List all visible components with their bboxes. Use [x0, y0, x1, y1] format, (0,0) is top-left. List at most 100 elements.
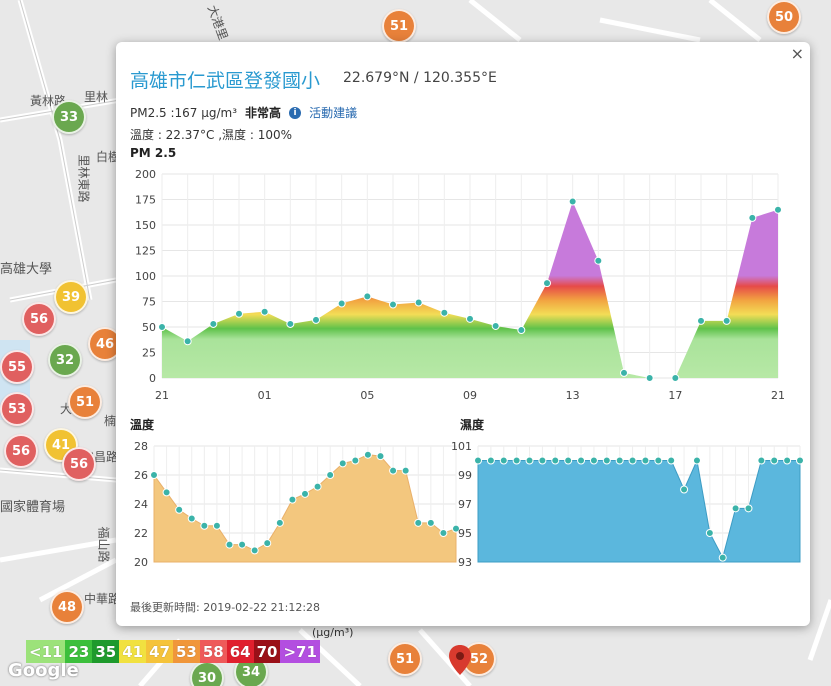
- data-point: [200, 521, 209, 530]
- data-point: [692, 456, 701, 465]
- y-tick-label: 20: [134, 556, 148, 569]
- data-point: [389, 466, 398, 475]
- data-point: [757, 456, 766, 465]
- data-point: [748, 213, 757, 222]
- legend-cell: 47: [146, 640, 173, 663]
- data-point: [512, 456, 521, 465]
- aqi-marker[interactable]: 51: [382, 9, 416, 43]
- area-series: [477, 458, 801, 563]
- data-point: [680, 485, 689, 494]
- y-tick-label: 22: [134, 527, 148, 540]
- aqi-marker[interactable]: 32: [48, 343, 82, 377]
- data-point: [774, 205, 782, 214]
- aqi-marker[interactable]: 56: [4, 434, 38, 468]
- data-point: [770, 456, 779, 465]
- data-point: [401, 466, 410, 475]
- aqi-marker[interactable]: 51: [388, 642, 422, 676]
- location-pin-icon[interactable]: [449, 645, 471, 675]
- data-point: [667, 456, 676, 465]
- x-tick-label: 17: [668, 389, 682, 402]
- data-point: [525, 456, 534, 465]
- data-point: [517, 326, 526, 335]
- data-point: [654, 456, 663, 465]
- aqi-marker[interactable]: 56: [22, 302, 56, 336]
- data-point: [175, 505, 184, 514]
- aqi-marker[interactable]: 53: [0, 392, 34, 426]
- map-label: 里林: [84, 90, 109, 104]
- x-tick-label: 21: [771, 389, 785, 402]
- aqi-marker[interactable]: 50: [767, 0, 801, 34]
- data-point: [250, 546, 259, 555]
- map-label: 福山路: [96, 526, 111, 563]
- data-point: [363, 292, 372, 301]
- y-tick-label: 93: [458, 556, 472, 569]
- data-point: [491, 321, 500, 330]
- aqi-marker[interactable]: 33: [52, 100, 86, 134]
- data-point: [744, 504, 753, 513]
- pm25-chart: 0 25 50 75 100 125 150 175 200 21 01 05 09 13 17 21: [135, 168, 785, 402]
- data-point: [301, 489, 309, 498]
- aqi-marker[interactable]: 48: [50, 590, 84, 624]
- activity-advice-link[interactable]: 活動建議: [309, 104, 357, 121]
- humidity-chart: 93 95 97 99 101: [451, 440, 804, 569]
- y-tick-label: 95: [458, 527, 472, 540]
- aqi-legend: <11 23 35 41 47 53 58 64 70 >71: [26, 640, 320, 663]
- y-tick-label: 100: [135, 270, 156, 283]
- pm-value: PM2.5 :167 μg/m³: [130, 105, 238, 120]
- x-tick-label: 09: [463, 389, 477, 402]
- data-point: [564, 456, 573, 465]
- y-tick-label: 75: [142, 296, 156, 309]
- y-tick-label: 150: [135, 219, 156, 232]
- legend-cell: 23: [65, 640, 93, 663]
- map-label: 中華路: [84, 592, 121, 606]
- data-point: [212, 521, 221, 530]
- data-point: [150, 471, 158, 479]
- data-point: [312, 315, 320, 324]
- info-icon[interactable]: i: [289, 106, 302, 119]
- aqi-marker[interactable]: 51: [68, 385, 102, 419]
- data-point: [376, 452, 385, 461]
- data-point: [486, 456, 495, 465]
- data-point: [275, 518, 284, 527]
- data-point: [183, 337, 192, 346]
- temperature-chart: 20 22 24 26 28: [134, 440, 460, 569]
- data-point: [363, 450, 372, 459]
- data-point: [641, 456, 650, 465]
- aqi-marker[interactable]: 39: [54, 280, 88, 314]
- data-point: [722, 316, 731, 325]
- legend-cell: 64: [226, 640, 254, 663]
- data-point: [158, 323, 166, 331]
- pm-chart-title: PM 2.5: [130, 146, 177, 160]
- x-tick-label: 21: [155, 389, 169, 402]
- data-point: [697, 316, 705, 325]
- map-label: 高雄大學: [0, 262, 53, 277]
- data-point: [286, 319, 295, 328]
- data-point: [260, 307, 269, 316]
- station-popup: × 高雄市仁武區登發國小 22.679°N / 120.355°E PM2.5 …: [116, 42, 810, 626]
- y-tick-label: 125: [135, 245, 156, 258]
- data-point: [718, 553, 727, 562]
- legend-cell: <11: [26, 640, 66, 663]
- y-tick-label: 200: [135, 168, 156, 181]
- legend-cell: 41: [119, 640, 147, 663]
- aqi-marker[interactable]: 56: [62, 447, 96, 481]
- station-title[interactable]: 高雄市仁武區登發國小: [130, 66, 320, 93]
- data-point: [628, 456, 637, 465]
- y-tick-label: 25: [142, 347, 156, 360]
- y-tick-label: 26: [134, 469, 148, 482]
- y-tick-label: 28: [134, 440, 148, 453]
- data-point: [499, 456, 508, 465]
- data-point: [389, 300, 397, 309]
- data-point: [705, 529, 714, 537]
- aqi-marker[interactable]: 55: [0, 350, 34, 384]
- map-label: 楠: [104, 414, 117, 428]
- legend-cell: 35: [92, 640, 120, 663]
- data-point: [235, 309, 243, 318]
- y-tick-label: 50: [142, 321, 156, 334]
- y-tick-label: 97: [458, 498, 472, 511]
- data-point: [414, 518, 423, 527]
- data-point: [551, 456, 560, 465]
- close-icon[interactable]: ×: [791, 44, 804, 63]
- data-point: [351, 456, 360, 465]
- y-tick-label: 24: [134, 498, 148, 511]
